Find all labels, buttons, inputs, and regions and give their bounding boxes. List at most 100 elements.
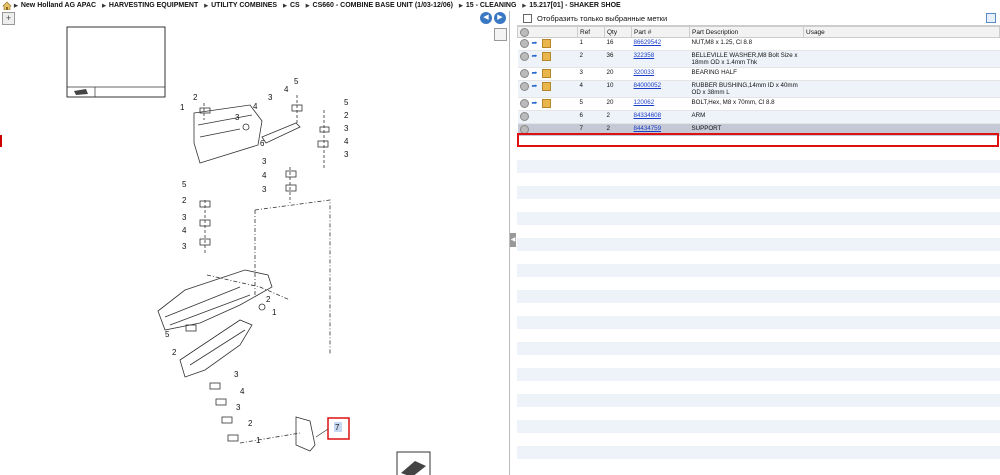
callout-4[interactable]: 4 <box>344 137 349 146</box>
selection-marker <box>0 135 2 147</box>
add-to-cart-icon[interactable] <box>519 82 529 91</box>
empty-row <box>517 264 1000 277</box>
part-number-link[interactable]: 86629542 <box>634 39 662 46</box>
callout-2[interactable]: 2 <box>193 93 198 102</box>
callout-3[interactable]: 3 <box>235 113 240 122</box>
select-all-icon[interactable] <box>520 27 529 37</box>
table-row[interactable]: ➦ 5 20 120062 BOLT,Hex, M8 x 70mm, Cl 8.… <box>517 97 1000 111</box>
callout-4[interactable]: 4 <box>262 171 267 180</box>
callout-3[interactable]: 3 <box>268 93 273 102</box>
cell-ref: 3 <box>577 67 605 81</box>
info-arrow-icon[interactable]: ➦ <box>532 53 539 60</box>
callout-3[interactable]: 3 <box>344 124 349 133</box>
breadcrumb-item-subcategory[interactable]: UTILITY COMBINES <box>204 2 277 9</box>
package-icon[interactable] <box>541 99 551 108</box>
breadcrumb-item-model[interactable]: CS660 - COMBINE BASE UNIT (1/03-12/06) <box>306 2 453 9</box>
callout-2[interactable]: 2 <box>248 419 253 428</box>
show-selected-checkbox[interactable] <box>523 13 532 23</box>
column-header-usage[interactable]: Usage <box>803 26 1000 38</box>
part-number-link[interactable]: 84434759 <box>634 125 662 132</box>
empty-row <box>517 420 1000 433</box>
column-header-part-number[interactable]: Part # <box>631 26 690 38</box>
table-row[interactable]: ➦ 4 10 84000052 RUBBER BUSHING,14mm ID x… <box>517 80 1000 98</box>
callout-4[interactable]: 4 <box>253 102 258 111</box>
callout-6[interactable]: 6 <box>260 139 265 148</box>
package-icon[interactable] <box>541 69 551 78</box>
table-row[interactable]: ➦ 2 36 322358 BELLEVILLE WASHER,M8 Bolt … <box>517 50 1000 68</box>
splitter-handle[interactable]: ◀ <box>510 233 516 247</box>
cell-usage <box>803 80 1000 98</box>
breadcrumb-item-series[interactable]: CS <box>283 2 300 9</box>
callout-3[interactable]: 3 <box>236 403 241 412</box>
callout-3[interactable]: 3 <box>182 213 187 222</box>
package-icon[interactable] <box>541 82 551 91</box>
add-to-cart-icon[interactable] <box>519 99 529 108</box>
callout-3[interactable]: 3 <box>182 242 187 251</box>
callout-3[interactable]: 3 <box>344 150 349 159</box>
show-selected-label: Отобразить только выбранные метки <box>537 13 668 23</box>
info-arrow-icon[interactable]: ➦ <box>532 100 539 107</box>
table-row[interactable]: ➦ 3 20 320033 BEARING HALF <box>517 67 1000 81</box>
callout-7-highlighted[interactable]: 7 <box>335 423 340 432</box>
callout-3[interactable]: 3 <box>262 157 267 166</box>
callout-2[interactable]: 2 <box>266 295 271 304</box>
table-row[interactable]: 6 2 84334608 ARM <box>517 110 1000 124</box>
callout-5[interactable]: 5 <box>182 180 187 189</box>
table-row[interactable]: ➦ 1 16 86629542 NUT,M8 x 1.25, Cl 8.8 <box>517 37 1000 51</box>
part-number-link[interactable]: 320033 <box>634 69 655 76</box>
table-header-row: Ref Qty Part # Part Description Usage <box>517 26 1000 38</box>
info-arrow-icon[interactable]: ➦ <box>532 83 539 90</box>
empty-row <box>517 394 1000 407</box>
callout-1[interactable]: 1 <box>180 103 185 112</box>
cell-ref: 5 <box>577 97 605 111</box>
callout-5[interactable]: 5 <box>344 98 349 107</box>
package-icon[interactable] <box>541 52 551 61</box>
callout-3[interactable]: 3 <box>262 185 267 194</box>
exploded-parts-diagram: 1 2 3 4 3 5 4 5 2 3 4 3 6 3 4 3 5 2 3 4 … <box>66 26 431 475</box>
part-number-link[interactable]: 84000052 <box>634 82 662 89</box>
column-header-ref[interactable]: Ref <box>577 26 605 38</box>
callout-5[interactable]: 5 <box>165 330 170 339</box>
callout-5[interactable]: 5 <box>294 77 299 86</box>
column-header-qty[interactable]: Qty <box>604 26 632 38</box>
cell-description: NUT,M8 x 1.25, Cl 8.8 <box>689 37 804 51</box>
cell-usage <box>803 110 1000 124</box>
breadcrumb-item-brand[interactable]: New Holland AG APAC <box>14 2 96 9</box>
package-icon[interactable] <box>541 39 551 48</box>
add-to-cart-icon[interactable] <box>519 112 529 121</box>
column-header-select[interactable] <box>517 26 578 38</box>
callout-4[interactable]: 4 <box>284 85 289 94</box>
callout-4[interactable]: 4 <box>182 226 187 235</box>
add-to-cart-icon[interactable] <box>519 39 529 48</box>
info-arrow-icon[interactable]: ➦ <box>532 70 539 77</box>
column-header-description[interactable]: Part Description <box>689 26 804 38</box>
callout-2[interactable]: 2 <box>172 348 177 357</box>
breadcrumb-item-category[interactable]: HARVESTING EQUIPMENT <box>102 2 198 9</box>
previous-page-button[interactable]: ◀ <box>480 12 492 24</box>
callout-1[interactable]: 1 <box>256 436 261 445</box>
part-number-link[interactable]: 120062 <box>634 99 655 106</box>
info-arrow-icon[interactable]: ➦ <box>532 40 539 47</box>
export-icon[interactable] <box>986 13 996 23</box>
callout-2[interactable]: 2 <box>344 111 349 120</box>
add-to-cart-icon[interactable] <box>519 125 529 134</box>
next-page-button[interactable]: ▶ <box>494 12 506 24</box>
add-to-cart-icon[interactable] <box>519 52 529 61</box>
breadcrumb-item-page[interactable]: 15.217[01] - SHAKER SHOE <box>522 2 620 9</box>
callout-4[interactable]: 4 <box>240 387 245 396</box>
table-row-selected[interactable]: 7 2 84434759 SUPPORT <box>517 123 1000 136</box>
part-number-link[interactable]: 322358 <box>634 52 655 59</box>
callout-1[interactable]: 1 <box>272 308 277 317</box>
callout-3[interactable]: 3 <box>234 370 239 379</box>
breadcrumb-item-section[interactable]: 15 - CLEANING <box>459 2 517 9</box>
expand-icon[interactable]: + <box>2 12 15 25</box>
cell-usage <box>803 50 1000 68</box>
add-to-cart-icon[interactable] <box>519 69 529 78</box>
diagram-toolbar: + ◀ ▶ <box>0 11 509 25</box>
cell-qty: 2 <box>604 110 632 124</box>
home-icon[interactable] <box>2 1 12 10</box>
parts-table: Ref Qty Part # Part Description Usage ➦ … <box>517 26 1000 136</box>
part-number-link[interactable]: 84334608 <box>634 112 662 119</box>
callout-2[interactable]: 2 <box>182 196 187 205</box>
cell-usage <box>803 67 1000 81</box>
